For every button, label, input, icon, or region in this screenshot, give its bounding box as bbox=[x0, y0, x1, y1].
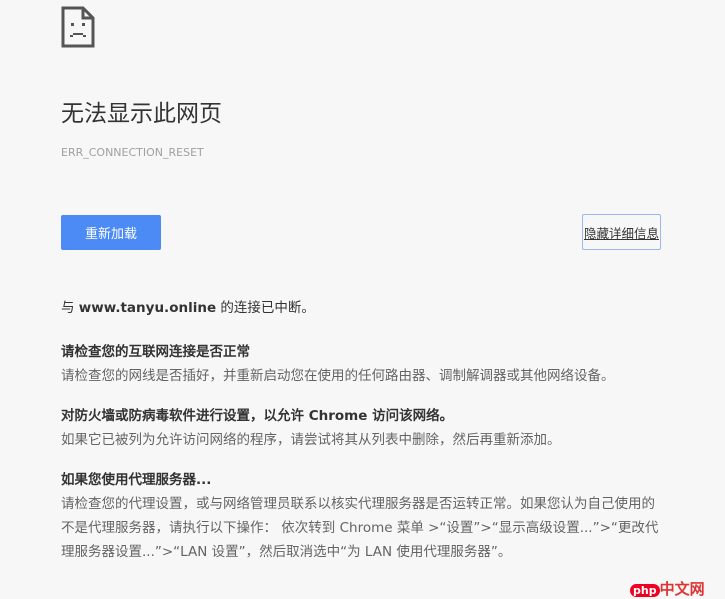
details-panel: 与 www.tanyu.online 的连接已中断。 请检查您的互联网连接是否正… bbox=[61, 296, 661, 580]
suggestion-firewall: 对防火墙或防病毒软件进行设置，以允许 Chrome 访问该网络。如果它已被列为允… bbox=[61, 404, 661, 452]
suggestion-heading: 如果您使用代理服务器... bbox=[61, 472, 212, 488]
suggestion-connection: 请检查您的互联网连接是否正常请检查您的网线是否插好，并重新启动您在使用的任何路由… bbox=[61, 340, 661, 388]
suggestion-text: 请检查您的网线是否插好，并重新启动您在使用的任何路由器、调制解调器或其他网络设备… bbox=[61, 368, 615, 384]
page-title: 无法显示此网页 bbox=[61, 101, 222, 127]
suggestion-proxy: 如果您使用代理服务器... 请检查您的代理设置，或与网络管理员联系以核实代理服务器… bbox=[61, 468, 661, 564]
watermark-badge: php bbox=[630, 584, 660, 597]
summary-suffix: 的连接已中断。 bbox=[216, 300, 315, 316]
suggestion-text: 如果它已被列为允许访问网络的程序，请尝试将其从列表中删除，然后再重新添加。 bbox=[61, 432, 561, 448]
reload-button[interactable]: 重新加载 bbox=[61, 215, 161, 250]
suggestion-heading: 请检查您的互联网连接是否正常 bbox=[61, 344, 250, 360]
suggestion-text: 请检查您的代理设置，或与网络管理员联系以核实代理服务器是否运转正常。如果您认为自… bbox=[61, 496, 659, 560]
error-code: ERR_CONNECTION_RESET bbox=[61, 146, 204, 159]
suggestion-heading: 对防火墙或防病毒软件进行设置，以允许 Chrome 访问该网络。 bbox=[61, 408, 454, 424]
hide-details-button[interactable]: 隐藏详细信息 bbox=[582, 214, 661, 250]
summary: 与 www.tanyu.online 的连接已中断。 bbox=[61, 296, 661, 320]
sad-page-icon bbox=[61, 6, 95, 52]
host-name: www.tanyu.online bbox=[78, 300, 217, 316]
summary-prefix: 与 bbox=[61, 300, 79, 316]
watermark-text: 中文网 bbox=[659, 580, 705, 598]
